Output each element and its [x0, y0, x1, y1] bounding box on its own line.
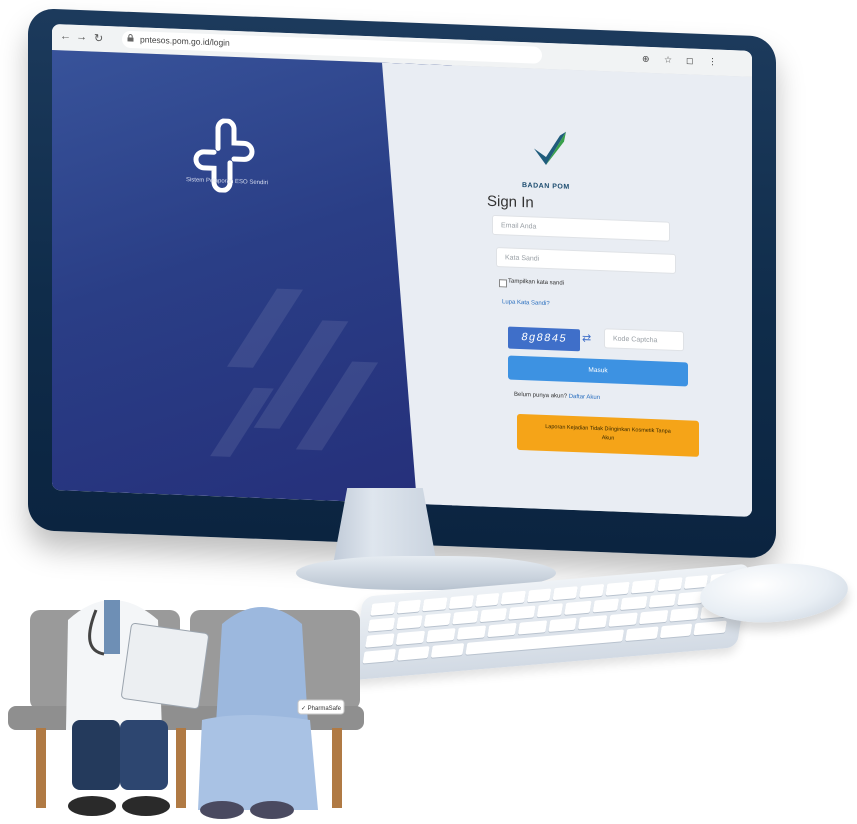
badan-pom-logo-icon — [534, 131, 566, 165]
back-icon[interactable]: ← — [60, 30, 71, 42]
bench-tag-text: ✓ PharmaSafe — [301, 706, 342, 712]
show-password-checkbox[interactable] — [499, 279, 507, 288]
lock-icon — [127, 34, 134, 42]
bench-leg — [332, 728, 342, 808]
bench-leg — [36, 728, 46, 808]
window-icon[interactable]: ◻ — [686, 55, 693, 66]
waiting-bench-illustration: ✓ PharmaSafe — [8, 600, 364, 819]
doctor-figure — [66, 600, 209, 816]
captcha-field[interactable]: Kode Captcha — [604, 328, 684, 352]
captcha-image: 8g8845 — [508, 326, 580, 352]
forward-icon[interactable]: → — [76, 31, 87, 43]
decor-stripe — [227, 288, 303, 368]
monitor-screen: ← → ↻ pntesos.pom.go.id/login ⊕ ☆ ◻ ⋮ Si… — [52, 24, 752, 517]
page-title: Sign In — [487, 192, 534, 212]
refresh-captcha-icon[interactable]: ⇄ — [582, 331, 591, 344]
report-without-account-button[interactable]: Laporan Kejadian Tidak Diinginkan Kosmet… — [517, 413, 699, 457]
reload-icon[interactable]: ↻ — [94, 32, 103, 45]
extension-icon[interactable]: ⊕ — [642, 54, 650, 65]
menu-icon[interactable]: ⋮ — [708, 56, 717, 67]
bench-leg — [176, 728, 186, 808]
register-link[interactable]: Daftar Akun — [569, 394, 600, 401]
bookmark-icon[interactable]: ☆ — [664, 55, 672, 66]
